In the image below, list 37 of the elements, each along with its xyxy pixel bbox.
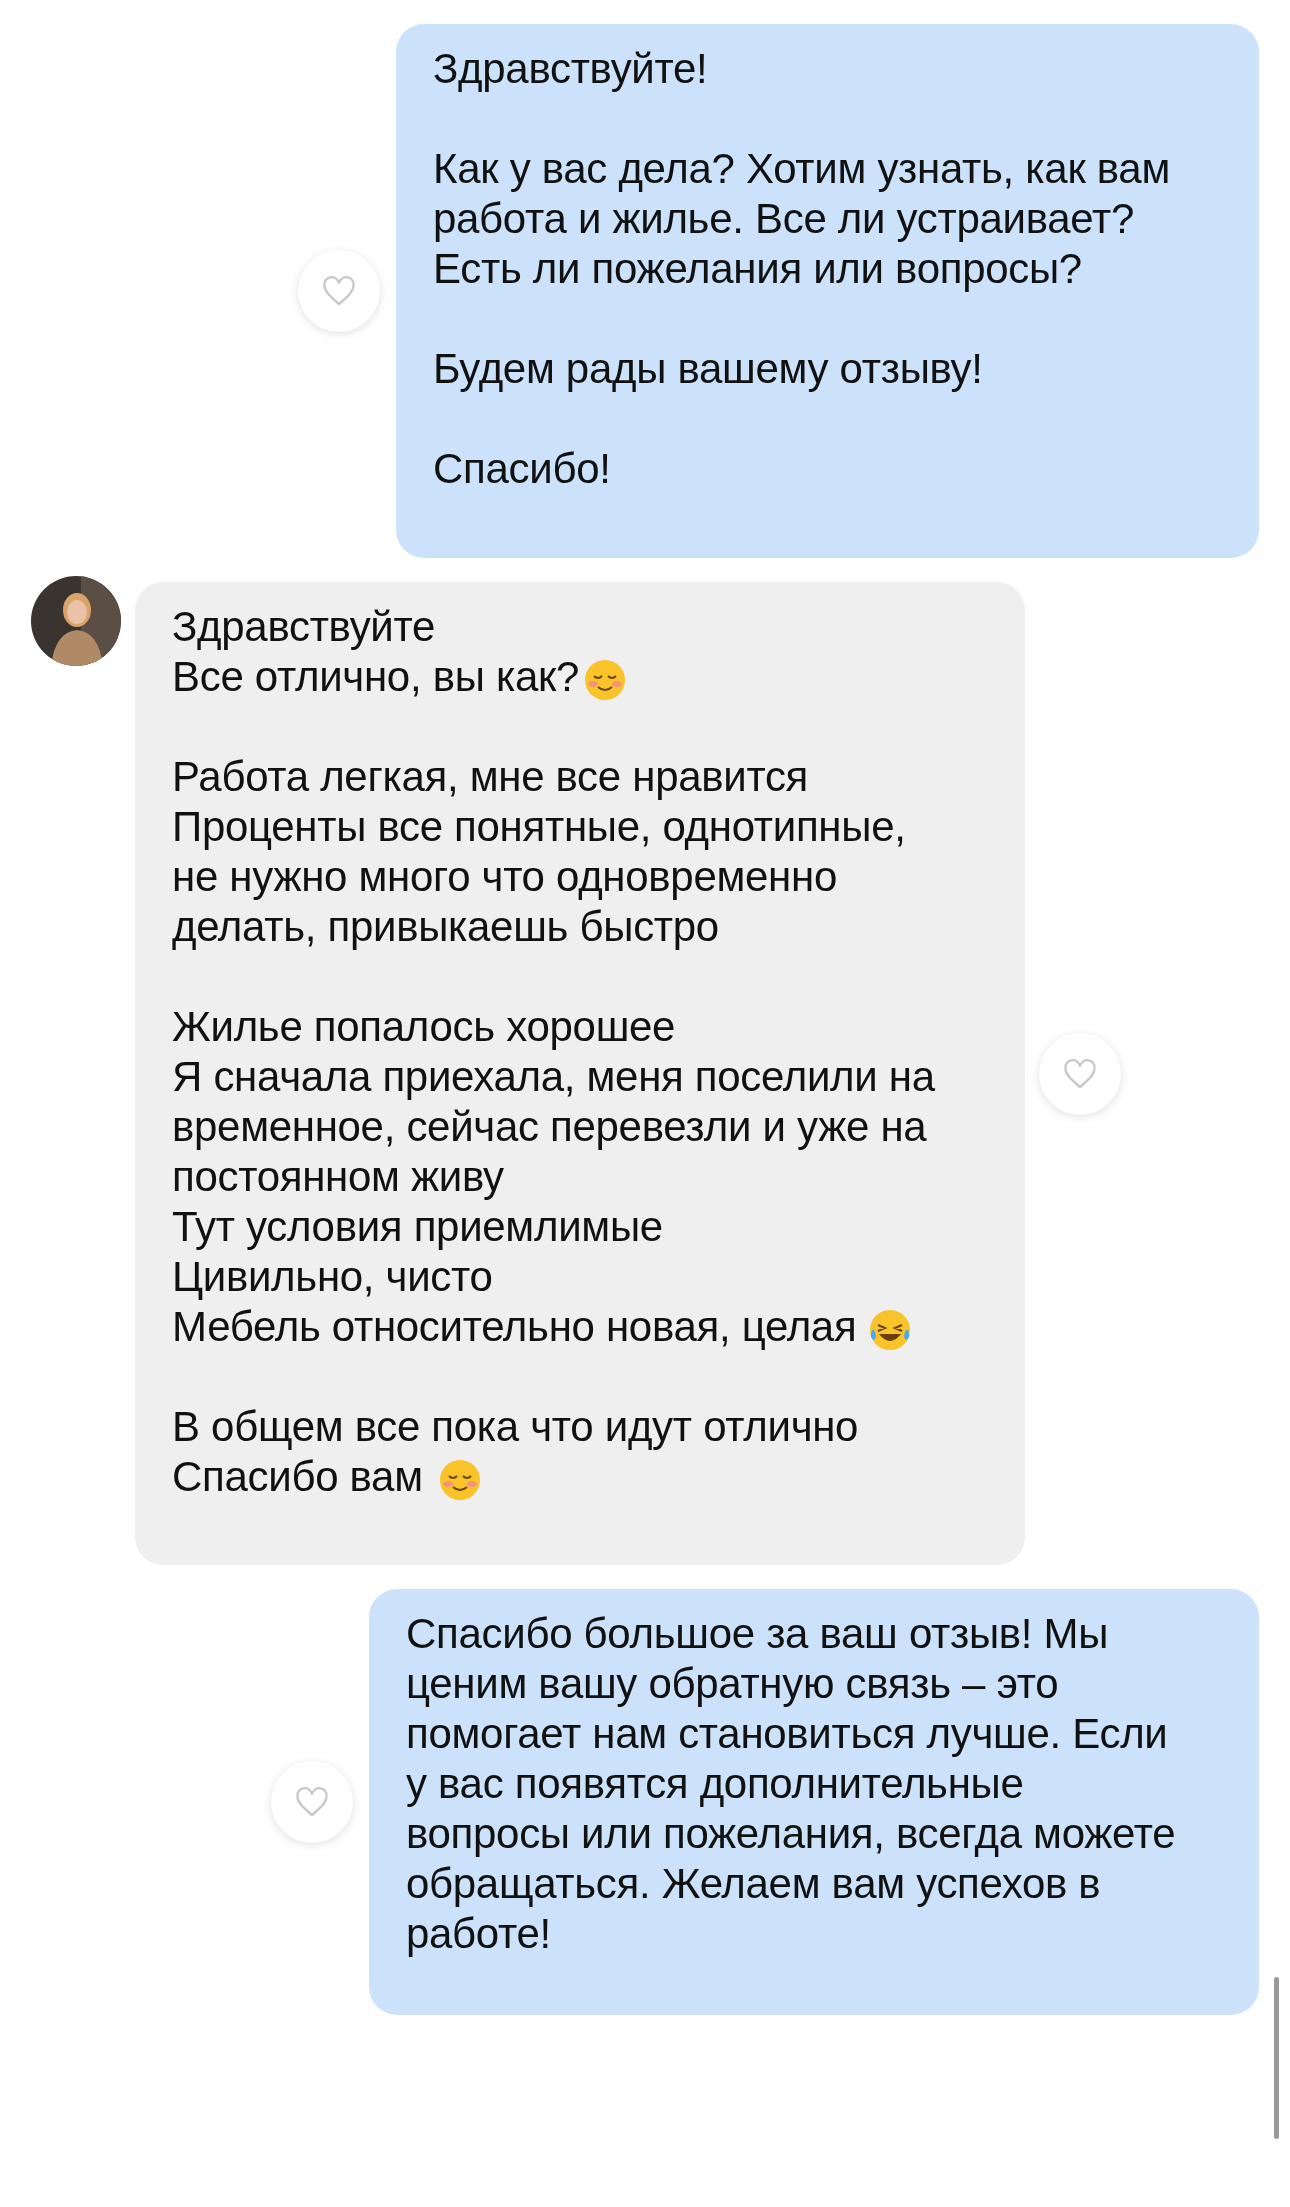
message-text: Здравствуйте (172, 602, 437, 652)
message-text: Будем рады вашему отзыву! (433, 344, 984, 394)
like-button[interactable] (271, 1761, 353, 1843)
laughing-face-icon (867, 1307, 912, 1352)
message-text: Проценты все понятные, однотипные, (172, 802, 907, 852)
message-text: у вас появятся дополнительные (406, 1759, 1025, 1809)
message-text: Есть ли пожелания или вопросы? (433, 244, 1083, 294)
message-text: Здравствуйте! (433, 44, 709, 94)
message-text: обращаться. Желаем вам успехов в (406, 1859, 1102, 1909)
message-text: вопросы или пожелания, всегда можете (406, 1809, 1177, 1859)
like-button[interactable] (298, 250, 380, 332)
message-text: постоянном живу (172, 1152, 505, 1202)
heart-icon (321, 275, 357, 307)
message-text: Тут условия приемлимые (172, 1202, 664, 1252)
message-text: делать, привыкаешь быстро (172, 902, 720, 952)
like-button[interactable] (1039, 1032, 1121, 1115)
message-text: Спасибо вам (172, 1452, 1025, 1502)
message-text: Спасибо большое за ваш отзыв! Мы (406, 1609, 1110, 1659)
message-text: помогает нам становиться лучше. Если (406, 1709, 1169, 1759)
message-text: Спасибо! (433, 444, 612, 494)
message-text: не нужно много что одновременно (172, 852, 838, 902)
message-text: В общем все пока что идут отлично (172, 1402, 860, 1452)
message-text: ценим вашу обратную связь – это (406, 1659, 1060, 1709)
message-text: Я сначала приехала, меня поселили на (172, 1052, 936, 1102)
heart-icon (1062, 1057, 1098, 1090)
smiling-face-icon (583, 657, 628, 702)
message-text: Как у вас дела? Хотим узнать, как вам (433, 144, 1171, 194)
message-text: Жилье попалось хорошее (172, 1002, 677, 1052)
message-text: работа и жилье. Все ли устраивает? (433, 194, 1135, 244)
message-text: временное, сейчас перевезли и уже на (172, 1102, 928, 1152)
message-text: Мебель относительно новая, целая (172, 1302, 1025, 1352)
message-text: Все отлично, вы как? (172, 652, 1025, 702)
message-text: работе! (406, 1909, 552, 1959)
message-text: Цивильно, чисто (172, 1252, 494, 1302)
message-text: Работа легкая, мне все нравится (172, 752, 810, 802)
heart-icon (294, 1786, 330, 1818)
smiling-face-icon (438, 1457, 483, 1502)
